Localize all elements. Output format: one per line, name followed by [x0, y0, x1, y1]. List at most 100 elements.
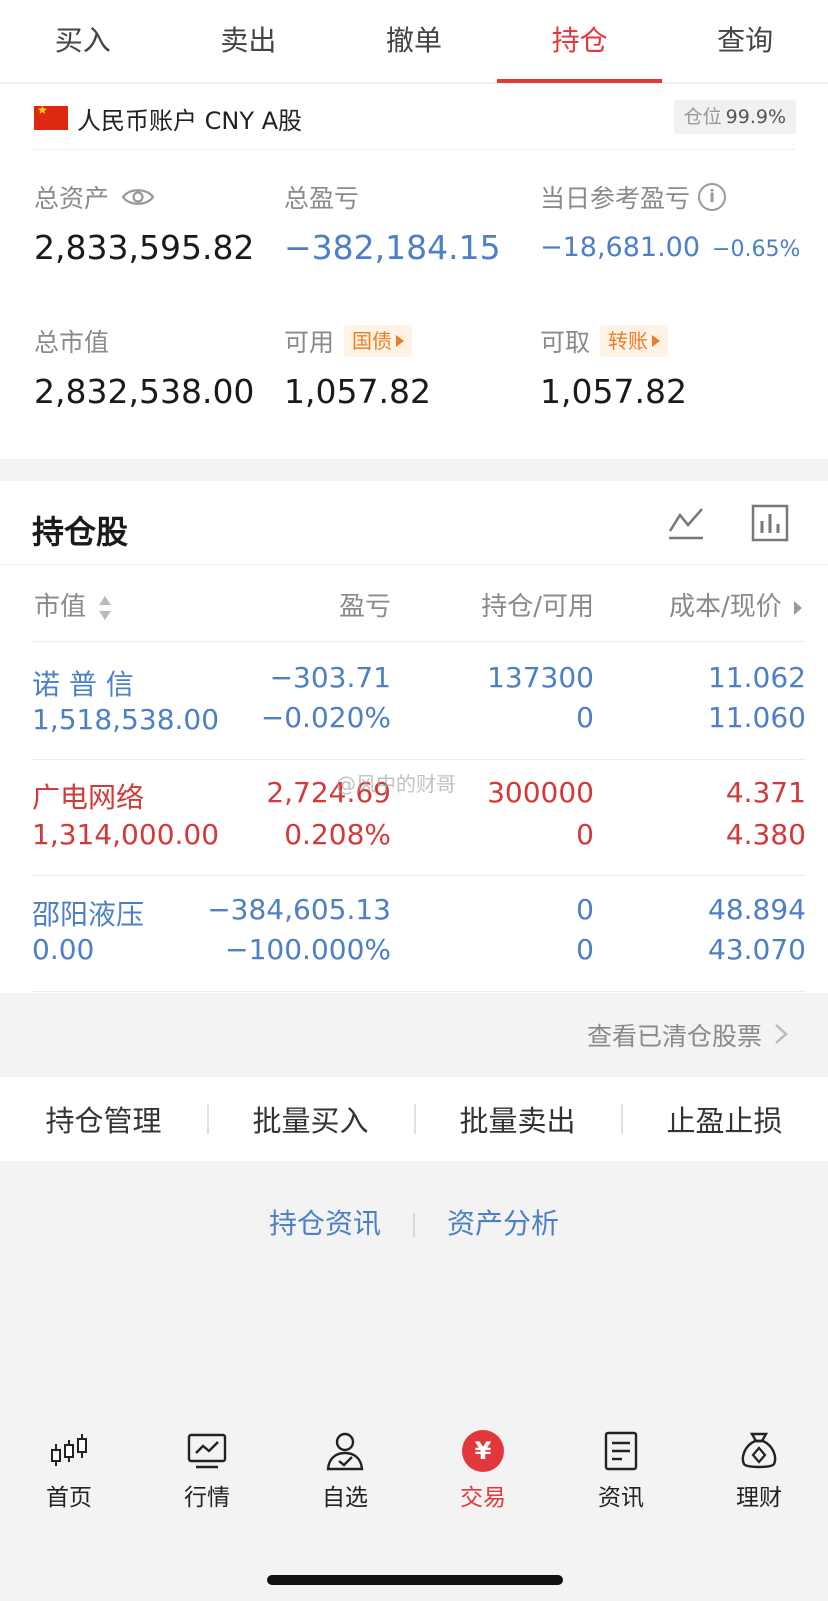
- batch-sell-button[interactable]: 批量卖出: [414, 1098, 621, 1140]
- nav-news[interactable]: 资讯: [552, 1430, 690, 1520]
- treasury-bond-tag[interactable]: 国债: [344, 325, 413, 357]
- tab-query[interactable]: 查询: [662, 0, 828, 82]
- top-tab-bar: 买入 卖出 撤单 持仓 查询: [0, 0, 828, 83]
- available-label: 可用: [284, 328, 335, 357]
- nav-home[interactable]: 首页: [0, 1430, 138, 1520]
- total-assets: 总资产 2,833,595.82: [34, 180, 254, 267]
- bottom-links: 持仓资讯 资产分析: [0, 1202, 828, 1242]
- holdings-title: 持仓股: [32, 513, 129, 551]
- bar-chart-icon[interactable]: [750, 503, 790, 543]
- china-flag-icon: [34, 103, 68, 130]
- stock-pnl-percent: 0.208%: [284, 818, 391, 851]
- market-value: 总市值 2,832,538.00: [34, 324, 254, 411]
- candlestick-icon: [51, 1434, 87, 1466]
- tab-sell[interactable]: 卖出: [166, 0, 332, 82]
- tab-positions[interactable]: 持仓: [496, 0, 663, 83]
- home-indicator[interactable]: [267, 1575, 563, 1585]
- total-pnl-value: −382,184.15: [284, 228, 501, 267]
- batch-buy-button[interactable]: 批量买入: [207, 1098, 414, 1140]
- stock-name: 诺 普 信: [32, 668, 134, 701]
- stock-price: 4.380: [725, 818, 806, 851]
- withdrawable-label: 可取: [540, 328, 591, 357]
- tab-buy[interactable]: 买入: [0, 0, 166, 82]
- eye-icon[interactable]: [121, 186, 155, 208]
- stock-available: 0: [576, 933, 594, 966]
- nav-market-label: 行情: [184, 1485, 230, 1511]
- stock-market-value: 0.00: [32, 933, 95, 966]
- document-icon: [604, 1431, 638, 1471]
- withdrawable-value: 1,057.82: [540, 372, 687, 411]
- user-check-icon: [326, 1432, 364, 1471]
- position-ratio-label: 仓位: [683, 106, 722, 128]
- available-value: 1,057.82: [284, 372, 431, 411]
- header-position-available[interactable]: 持仓/可用: [481, 586, 594, 623]
- nav-trade[interactable]: ¥ 交易: [414, 1430, 552, 1520]
- stock-name: 广电网络: [32, 781, 145, 814]
- stock-name: 邵阳液压: [32, 898, 145, 931]
- nav-news-label: 资讯: [598, 1485, 644, 1511]
- tab-cancel-order[interactable]: 撤单: [331, 0, 497, 82]
- header-cost-price[interactable]: 成本/现价: [669, 586, 802, 623]
- account-row[interactable]: 人民币账户 CNY A股 仓位99.9%: [32, 84, 796, 150]
- total-pnl: 总盈亏 −382,184.15: [284, 180, 501, 267]
- triangle-right-icon: [794, 601, 802, 615]
- triangle-right-icon: [396, 335, 405, 347]
- holdings-news-link[interactable]: 持仓资讯: [269, 1207, 381, 1240]
- nav-wealth-label: 理财: [736, 1485, 782, 1511]
- account-summary-card: 人民币账户 CNY A股 仓位99.9% 总资产 2,833,595.82 总盈…: [0, 84, 828, 459]
- stock-pnl: −303.71: [269, 661, 391, 694]
- stock-price: 11.060: [708, 701, 806, 734]
- stock-market-value: 1,314,000.00: [32, 818, 220, 851]
- market-value-label: 总市值: [34, 328, 110, 357]
- total-assets-label: 总资产: [34, 184, 110, 213]
- cleared-stocks-link[interactable]: 查看已清仓股票: [0, 993, 828, 1075]
- stock-available: 0: [576, 818, 594, 851]
- line-chart-icon[interactable]: [666, 503, 706, 543]
- stock-pnl-percent: −100.000%: [225, 933, 391, 966]
- daily-pnl-percent: −0.65%: [712, 237, 801, 262]
- nav-wealth[interactable]: 理财: [690, 1430, 828, 1520]
- sort-icon: [99, 595, 112, 620]
- stock-price: 43.070: [708, 933, 806, 966]
- manage-positions-button[interactable]: 持仓管理: [0, 1098, 207, 1140]
- stock-cost: 11.062: [708, 661, 806, 694]
- bottom-nav: 首页 行情 自选 ¥ 交易 资讯 理财: [0, 1430, 828, 1520]
- stock-position: 300000: [487, 776, 594, 809]
- money-bag-icon: [741, 1432, 777, 1469]
- monitor-chart-icon: [187, 1433, 227, 1469]
- position-ratio-badge: 仓位 99.9%: [673, 100, 796, 134]
- account-label: 人民币账户 CNY A股: [77, 107, 303, 135]
- stock-market-value: 1,518,538.00: [32, 703, 220, 736]
- yuan-icon: ¥: [462, 1430, 504, 1472]
- stock-cost: 4.371: [725, 776, 806, 809]
- divider: [32, 641, 806, 642]
- nav-home-label: 首页: [46, 1485, 92, 1511]
- stock-position: 0: [576, 893, 594, 926]
- holdings-actions-bar: 持仓管理 批量买入 批量卖出 止盈止损: [0, 1077, 828, 1161]
- stock-pnl: −384,605.13: [207, 893, 391, 926]
- transfer-tag-label: 转账: [608, 329, 649, 353]
- watermark-text: @风中的财哥: [336, 772, 456, 796]
- treasury-bond-tag-label: 国债: [352, 329, 393, 353]
- daily-pnl: 当日参考盈亏 i −18,681.00 −0.65%: [540, 180, 800, 263]
- position-ratio-value: 99.9%: [725, 106, 786, 128]
- nav-market[interactable]: 行情: [138, 1430, 276, 1520]
- total-assets-value: 2,833,595.82: [34, 228, 255, 267]
- header-pnl[interactable]: 盈亏: [339, 586, 391, 623]
- stock-available: 0: [576, 701, 594, 734]
- header-market-value[interactable]: 市值: [34, 586, 112, 623]
- chevron-right-icon: [775, 1024, 788, 1044]
- nav-trade-label: 交易: [460, 1485, 506, 1511]
- info-icon[interactable]: i: [698, 183, 727, 211]
- available-funds: 可用 国债 1,057.82: [284, 324, 431, 411]
- daily-pnl-value: −18,681.00: [540, 232, 701, 263]
- asset-analysis-link[interactable]: 资产分析: [447, 1207, 559, 1240]
- holdings-card: 持仓股 市值 盈亏 持仓/可用 成本/现价 诺 普 信 1,518,538.00…: [0, 481, 828, 993]
- divider: [413, 1213, 415, 1237]
- daily-pnl-label: 当日参考盈亏: [540, 184, 691, 213]
- take-profit-stop-loss-button[interactable]: 止盈止损: [621, 1098, 828, 1140]
- header-market-value-label: 市值: [34, 592, 87, 622]
- nav-watchlist[interactable]: 自选: [276, 1430, 414, 1520]
- divider: [32, 991, 806, 992]
- transfer-tag[interactable]: 转账: [600, 325, 669, 357]
